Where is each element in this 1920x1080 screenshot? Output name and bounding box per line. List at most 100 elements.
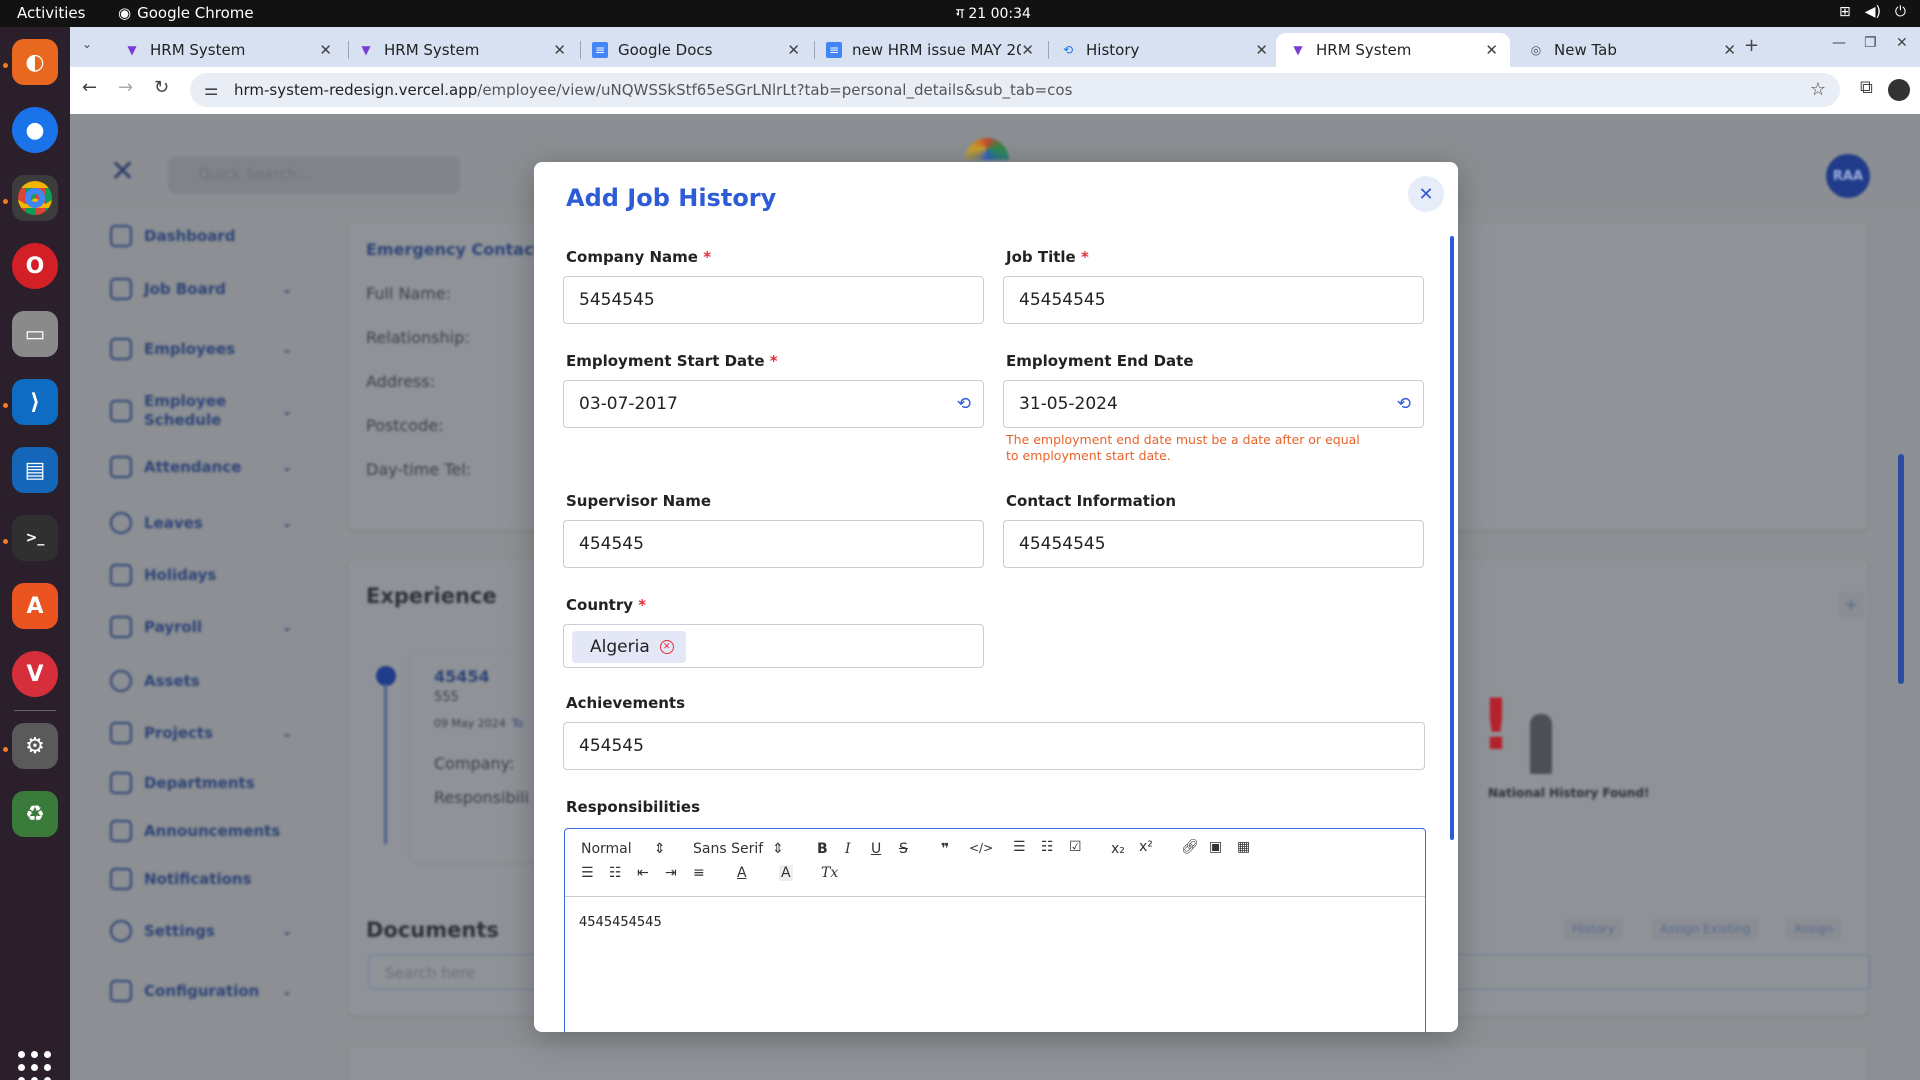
opera-icon[interactable]: O xyxy=(12,243,58,289)
sidebar-item-employees[interactable]: Employees ⌄ xyxy=(110,338,292,360)
link-icon[interactable]: 🔗︎ xyxy=(1181,839,1199,855)
sidebar-item-departments[interactable]: Departments xyxy=(110,772,255,794)
menu-kebab-icon[interactable]: ⋮ xyxy=(1912,77,1920,98)
files-icon[interactable]: ▭ xyxy=(12,311,58,357)
contact-info-input[interactable]: 45454545 xyxy=(1003,520,1424,568)
tab-search-chevron-icon[interactable]: ⌄ xyxy=(82,37,92,51)
bullet-list-icon[interactable]: ☷ xyxy=(609,865,622,881)
modal-scrollbar[interactable] xyxy=(1450,236,1454,840)
writer-icon[interactable]: ▤ xyxy=(12,447,58,493)
ordered-list-icon[interactable]: ☰ xyxy=(1013,839,1026,855)
achievements-input[interactable]: 454545 xyxy=(563,722,1425,770)
bold-icon[interactable]: B xyxy=(817,841,828,857)
strikethrough-icon[interactable]: S xyxy=(899,841,908,857)
assign-button[interactable]: Assign xyxy=(1786,918,1842,940)
clock[interactable]: ग 21 00:34 xyxy=(956,4,1031,23)
activities-button[interactable]: Activities xyxy=(17,4,85,22)
page-scrollbar[interactable] xyxy=(1898,454,1904,684)
add-history-plus-icon[interactable]: + xyxy=(1838,592,1864,618)
text-color-icon[interactable]: A xyxy=(737,865,747,881)
new-tab-plus-icon[interactable]: + xyxy=(1744,35,1759,56)
sidebar-item-holidays[interactable]: Holidays xyxy=(110,564,216,586)
bookmark-star-icon[interactable]: ☆ xyxy=(1810,79,1826,100)
reload-icon[interactable]: ↻ xyxy=(154,77,169,98)
back-arrow-icon[interactable]: ← xyxy=(82,77,97,98)
minimize-icon[interactable]: — xyxy=(1832,35,1846,51)
indent-icon[interactable]: ⇥ xyxy=(665,865,677,881)
tab-google-docs[interactable]: ≡ Google Docs ✕ xyxy=(578,33,812,67)
date-reset-icon[interactable]: ⟲ xyxy=(957,394,971,414)
image-icon[interactable]: ▣ xyxy=(1209,839,1222,855)
tab-hrm-1[interactable]: ▼ HRM System ✕ xyxy=(110,33,344,67)
font-dropdown[interactable]: Sans Serif ⇕ xyxy=(693,841,784,857)
modal-close-button[interactable]: ✕ xyxy=(1408,176,1444,212)
sidebar-item-settings[interactable]: Settings ⌄ xyxy=(110,920,292,942)
system-tray[interactable]: ⊞ ◀) ⏻ xyxy=(1839,4,1906,20)
maximize-icon[interactable]: ❐ xyxy=(1864,35,1877,51)
close-tab-icon[interactable]: ✕ xyxy=(1723,41,1736,59)
tab-hrm-issue-doc[interactable]: ≡ new HRM issue MAY 20 ✕ xyxy=(812,33,1046,67)
close-tab-icon[interactable]: ✕ xyxy=(1485,41,1498,59)
sidebar-item-leaves[interactable]: Leaves ⌄ xyxy=(110,512,292,534)
close-tab-icon[interactable]: ✕ xyxy=(319,41,332,59)
terminal-icon[interactable]: >_ xyxy=(12,515,58,561)
close-tab-icon[interactable]: ✕ xyxy=(1021,41,1034,59)
sidebar-item-projects[interactable]: Projects ⌄ xyxy=(110,722,292,744)
close-sidebar-icon[interactable]: ✕ xyxy=(110,154,135,189)
underline-icon[interactable]: U xyxy=(871,841,881,857)
history-button[interactable]: History xyxy=(1564,918,1623,940)
settings-gear-icon[interactable]: ⚙ xyxy=(12,723,58,769)
sidebar-item-payroll[interactable]: Payroll ⌄ xyxy=(110,616,292,638)
address-bar[interactable]: ⚌ hrm-system-redesign.vercel.app/employe… xyxy=(190,73,1840,107)
sidebar-item-announcements[interactable]: Announcements xyxy=(110,820,280,842)
start-date-input[interactable]: 03-07-2017 ⟲ xyxy=(563,380,984,428)
format-dropdown[interactable]: Normal ⇕ xyxy=(581,841,666,857)
trash-icon[interactable]: ♻ xyxy=(12,791,58,837)
quick-search-input[interactable]: Quick Search... xyxy=(168,156,460,194)
sidebar-item-employee-schedule[interactable]: Employee Schedule ⌄ xyxy=(110,392,292,430)
editor-content[interactable]: 4545454545 xyxy=(579,915,662,930)
code-icon[interactable]: </> xyxy=(969,841,993,855)
firefox-icon[interactable]: ◐ xyxy=(12,39,58,85)
sidebar-item-job-board[interactable]: Job Board ⌄ xyxy=(110,278,292,300)
sidebar-item-assets[interactable]: Assets xyxy=(110,670,200,692)
vscode-icon[interactable]: ⟩ xyxy=(12,379,58,425)
remove-chip-icon[interactable]: ✕ xyxy=(659,640,674,654)
vivaldi-icon[interactable]: V xyxy=(12,651,58,697)
close-tab-icon[interactable]: ✕ xyxy=(553,41,566,59)
date-reset-icon[interactable]: ⟲ xyxy=(1397,394,1411,414)
tab-new-tab[interactable]: ◎ New Tab ✕ xyxy=(1514,33,1748,67)
video-icon[interactable]: ▦ xyxy=(1237,839,1250,855)
profile-avatar-icon[interactable] xyxy=(1888,79,1910,101)
superscript-icon[interactable]: x² xyxy=(1139,839,1153,855)
assign-existing-button[interactable]: Assign Existing xyxy=(1652,918,1759,940)
tab-hrm-2[interactable]: ▼ HRM System ✕ xyxy=(344,33,578,67)
site-info-icon[interactable]: ⚌ xyxy=(204,80,218,99)
supervisor-name-input[interactable]: 454545 xyxy=(563,520,984,568)
active-app-menu[interactable]: ◉ Google Chrome xyxy=(118,4,254,22)
forward-arrow-icon[interactable]: → xyxy=(118,77,133,98)
sidebar-item-attendance[interactable]: Attendance ⌄ xyxy=(110,456,292,478)
end-date-input[interactable]: 31-05-2024 ⟲ xyxy=(1003,380,1424,428)
bullet-list-icon[interactable]: ☷ xyxy=(1041,839,1054,855)
ordered-list-icon[interactable]: ☰ xyxy=(581,865,594,881)
check-list-icon[interactable]: ☑ xyxy=(1069,839,1082,855)
sidebar-item-configuration[interactable]: Configuration ⌄ xyxy=(110,980,292,1002)
extensions-icon[interactable]: ⧉ xyxy=(1860,77,1873,98)
blockquote-icon[interactable]: ❞ xyxy=(941,841,949,857)
close-tab-icon[interactable]: ✕ xyxy=(1255,41,1268,59)
country-select[interactable]: Algeria ✕ xyxy=(563,624,984,668)
chrome-dock-icon[interactable] xyxy=(12,175,58,221)
subscript-icon[interactable]: x₂ xyxy=(1111,841,1125,857)
align-icon[interactable]: ≡ xyxy=(693,865,705,881)
job-title-input[interactable]: 45454545 xyxy=(1003,276,1424,324)
company-name-input[interactable]: 5454545 xyxy=(563,276,984,324)
app-center-icon[interactable]: A xyxy=(12,583,58,629)
tab-history[interactable]: ⟲ History ✕ xyxy=(1046,33,1280,67)
italic-icon[interactable]: I xyxy=(845,841,851,857)
sidebar-item-notifications[interactable]: Notifications xyxy=(110,868,252,890)
clear-format-icon[interactable]: Tx xyxy=(821,865,838,881)
window-close-icon[interactable]: ✕ xyxy=(1896,35,1908,51)
sidebar-item-dashboard[interactable]: Dashboard xyxy=(110,225,235,247)
chromium-icon[interactable]: ● xyxy=(12,107,58,153)
